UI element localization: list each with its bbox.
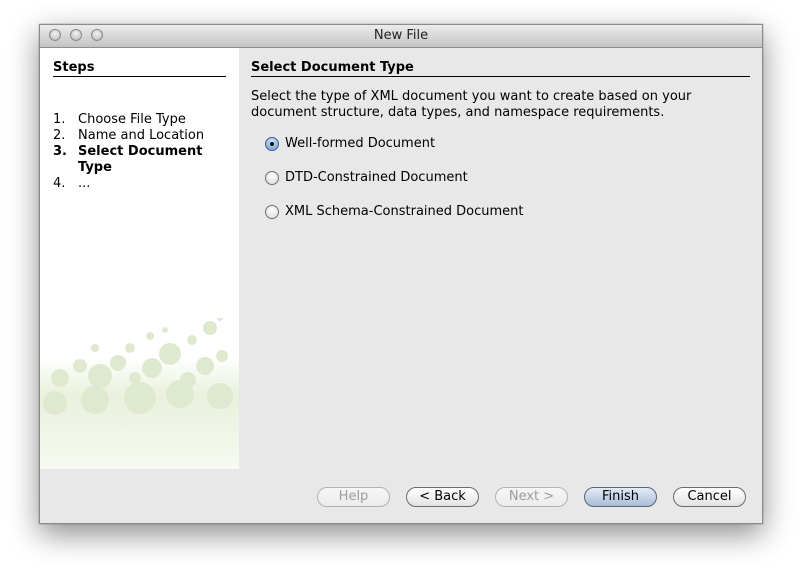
window-title: New File — [373, 28, 429, 43]
step-label: Name and Location — [78, 128, 205, 143]
help-button[interactable]: Help — [317, 487, 390, 507]
option-label[interactable]: DTD-Constrained Document — [285, 170, 468, 185]
step-label: ... — [78, 176, 91, 191]
steps-heading: Steps — [53, 60, 226, 77]
back-button[interactable]: < Back — [406, 487, 479, 507]
new-file-dialog: New File Steps 1. Choose File Type 2. Name… — [39, 24, 763, 524]
radio-button-selected[interactable] — [265, 137, 279, 151]
next-button[interactable]: Next > — [495, 487, 568, 507]
title-bar[interactable]: New File — [40, 25, 762, 48]
option-label[interactable]: XML Schema-Constrained Document — [285, 204, 524, 219]
option-label[interactable]: Well-formed Document — [285, 136, 435, 151]
content-description: Select the type of XML document you want… — [251, 89, 692, 120]
step-number: 1. — [53, 112, 66, 127]
finish-button[interactable]: Finish — [584, 487, 657, 507]
step-item: 2. Name and Location — [53, 128, 218, 144]
cancel-button[interactable]: Cancel — [673, 487, 746, 507]
step-label: Select Document Type — [78, 144, 203, 175]
step-number: 4. — [53, 176, 66, 191]
radio-button[interactable] — [265, 205, 279, 219]
steps-panel: Steps 1. Choose File Type 2. Name and Loca… — [40, 48, 239, 469]
step-number: 2. — [53, 128, 66, 143]
step-number: 3. — [53, 144, 67, 159]
decorative-bubbles-graphic — [40, 318, 239, 469]
step-item: 1. Choose File Type — [53, 112, 218, 128]
content-heading: Select Document Type — [251, 60, 750, 77]
step-item-current: 3. Select Document Type — [53, 144, 218, 176]
radio-button[interactable] — [265, 171, 279, 185]
step-label: Choose File Type — [78, 112, 186, 127]
step-item: 4.... — [53, 176, 218, 192]
